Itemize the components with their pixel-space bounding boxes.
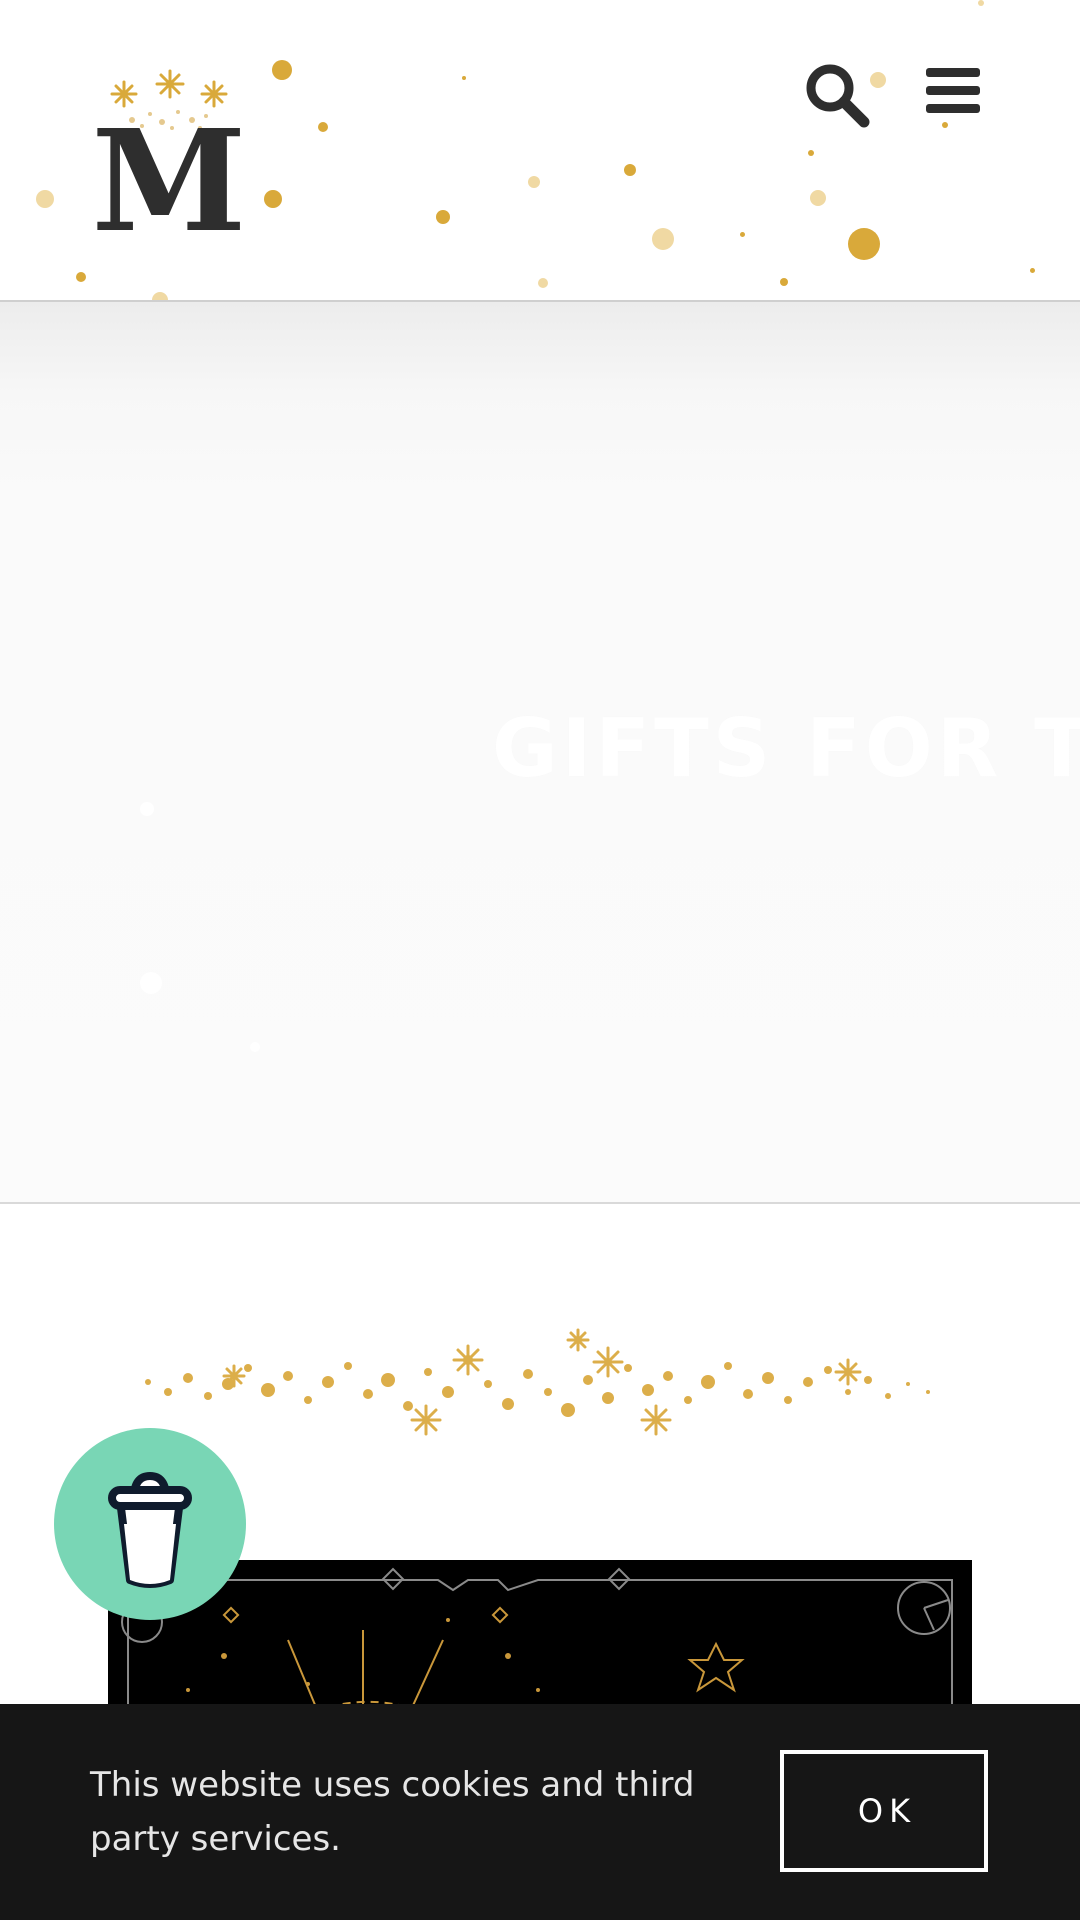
site-header: M [0,0,1080,302]
sparkle-decoration [140,802,154,816]
cookie-ok-button[interactable]: OK [780,1750,988,1872]
buy-me-a-coffee-button[interactable] [54,1428,246,1620]
cookie-message: This website uses cookies and third part… [90,1765,695,1859]
sparkle-decoration [250,1042,260,1052]
hero-title: GIFTS FOR TH [492,702,1080,795]
snowflake-divider-decoration [145,1328,930,1436]
cookie-consent-banner: This website uses cookies and third part… [0,1704,1080,1920]
site-logo[interactable]: M [86,52,246,252]
search-button[interactable] [802,60,872,130]
menu-button[interactable] [918,60,988,130]
coffee-cup-icon [108,1471,192,1588]
logo-letter: M [91,100,247,264]
hamburger-menu-icon [926,68,980,113]
search-icon [806,64,870,128]
hero-banner: GIFTS FOR TH [0,302,1080,1204]
sparkle-decoration [140,972,162,994]
